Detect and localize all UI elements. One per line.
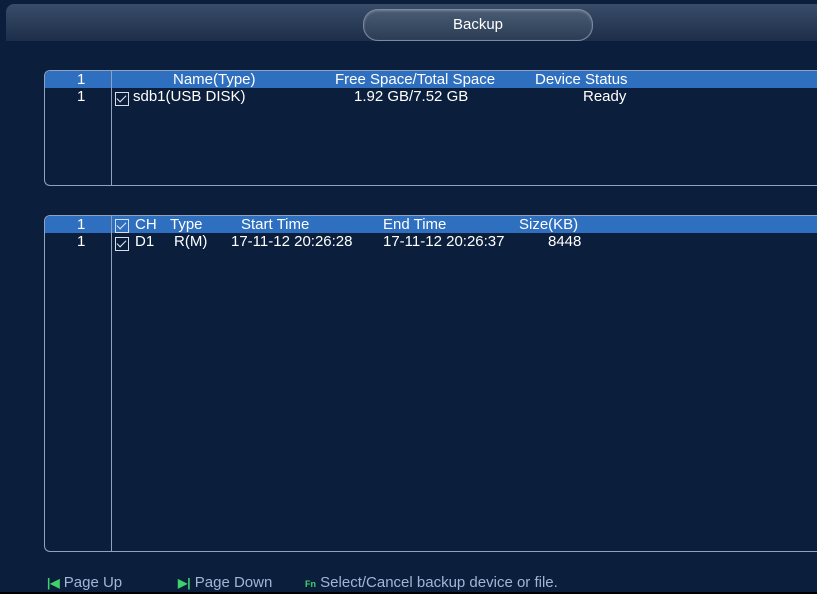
device-row-index: 1 <box>77 88 86 105</box>
device-header-space[interactable]: Free Space/Total Space <box>335 71 495 88</box>
device-header-name[interactable]: Name(Type) <box>173 71 256 88</box>
backup-window: Backup 1 Name(Type) Free Space/Total Spa… <box>0 0 817 592</box>
file-header-ch[interactable]: CH <box>135 216 157 233</box>
column-divider <box>111 71 112 185</box>
page-down-label: Page Down <box>194 574 273 591</box>
device-table: 1 Name(Type) Free Space/Total Space Devi… <box>44 70 817 186</box>
page-up-hint[interactable]: |◀ Page Up <box>47 573 122 592</box>
select-all-checkbox[interactable] <box>115 219 129 233</box>
device-header-index: 1 <box>77 71 86 88</box>
file-size: 8448 <box>548 233 582 250</box>
file-checkbox[interactable] <box>115 237 129 251</box>
file-end-time: 17-11-12 20:26:37 <box>383 233 505 250</box>
page-down-icon: ▶| <box>178 576 191 590</box>
fn-label: Select/Cancel backup device or file. <box>320 574 558 591</box>
device-header-status[interactable]: Device Status <box>535 71 628 88</box>
fn-icon: Fn <box>305 579 316 589</box>
device-status: Ready <box>583 88 627 105</box>
file-header-index: 1 <box>77 216 86 233</box>
device-space: 1.92 GB/7.52 GB <box>354 88 469 105</box>
file-header-end[interactable]: End Time <box>383 216 446 233</box>
page-down-hint[interactable]: ▶| Page Down <box>178 573 272 592</box>
file-row-index: 1 <box>77 233 86 250</box>
device-checkbox[interactable] <box>115 92 129 106</box>
column-divider <box>111 216 112 551</box>
file-ch: D1 <box>135 233 155 250</box>
page-up-label: Page Up <box>63 574 123 591</box>
page-up-icon: |◀ <box>47 576 60 590</box>
window-title: Backup <box>363 9 593 41</box>
file-header-size[interactable]: Size(KB) <box>519 216 578 233</box>
file-header-start[interactable]: Start Time <box>241 216 309 233</box>
file-start-time: 17-11-12 20:26:28 <box>231 233 353 250</box>
fn-hint: Fn Select/Cancel backup device or file. <box>305 573 558 592</box>
file-table: 1 CH Type Start Time End Time Size(KB) 1… <box>44 215 817 552</box>
file-type: R(M) <box>174 233 208 250</box>
device-name: sdb1(USB DISK) <box>133 88 246 105</box>
file-header-type[interactable]: Type <box>170 216 203 233</box>
